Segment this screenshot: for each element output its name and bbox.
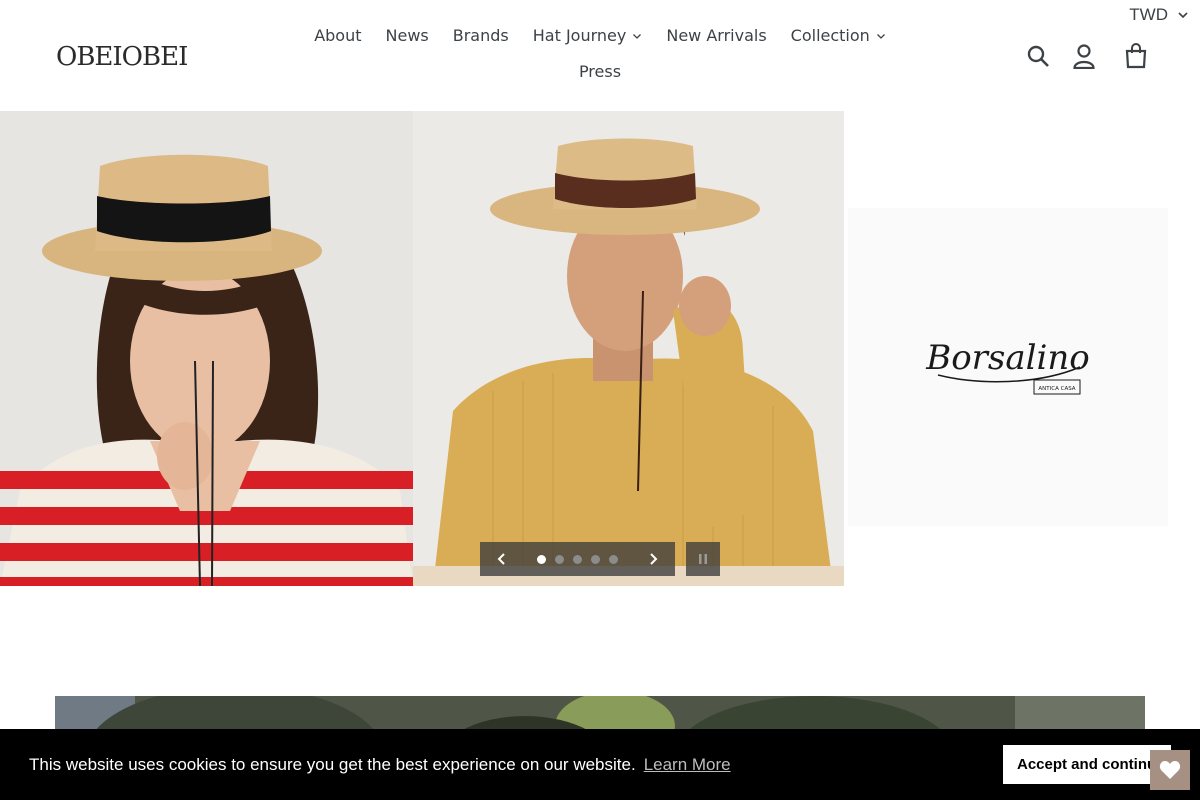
slideshow-dots [537, 554, 618, 564]
slideshow-prev-button[interactable] [494, 551, 510, 567]
search-button[interactable] [1022, 40, 1054, 72]
search-icon [1027, 45, 1049, 67]
nav-about[interactable]: About [302, 24, 373, 48]
chevron-down-icon [876, 34, 885, 39]
nav-news[interactable]: News [374, 24, 441, 48]
chevron-left-icon [497, 553, 505, 565]
wishlist-button[interactable] [1150, 750, 1190, 790]
nav-brands[interactable]: Brands [441, 24, 521, 48]
account-button[interactable] [1068, 40, 1100, 72]
nav-label: News [385, 26, 429, 45]
slideshow-controls [480, 542, 675, 576]
heart-icon [1159, 761, 1181, 779]
slide-image-model-yellow-sweater [413, 111, 844, 586]
logo-wordmark: OBEIOBEI+ [56, 42, 209, 72]
nav-label: Press [578, 62, 622, 81]
svg-text:ANTICA CASA: ANTICA CASA [1038, 386, 1075, 392]
nav-collection[interactable]: Collection [779, 24, 898, 48]
slide-dot-5[interactable] [609, 554, 618, 564]
nav-label: Collection [790, 26, 870, 45]
slide-dot-4[interactable] [591, 554, 600, 564]
slideshow-next-button[interactable] [645, 551, 661, 567]
account-icon [1073, 44, 1095, 69]
slideshow-pause-button[interactable] [686, 542, 720, 576]
site-header: OBEIOBEI+ About News Brands Hat Journey … [0, 0, 1200, 110]
slide-dot-1[interactable] [537, 554, 546, 564]
chevron-right-icon [650, 553, 658, 565]
brand-card-borsalino[interactable]: Borsalino ANTICA CASA [848, 208, 1168, 526]
slide-dot-3[interactable] [573, 554, 582, 564]
site-logo[interactable]: OBEIOBEI+ [56, 37, 209, 73]
nav-label: About [314, 26, 362, 45]
cookie-banner: This website uses cookies to ensure you … [0, 729, 1200, 800]
nav-press[interactable]: Press [567, 60, 633, 84]
accept-cookies-button[interactable]: Accept and continue [1003, 745, 1171, 784]
nav-label: Hat Journey [532, 26, 627, 45]
hero-slideshow: Borsalino ANTICA CASA [0, 111, 1200, 586]
nav-label: New Arrivals [666, 26, 767, 45]
slide-image-model-striped-sweater [0, 111, 413, 586]
nav-hat-journey[interactable]: Hat Journey [521, 24, 655, 48]
logo-text: OBEIOBEI+ [56, 42, 190, 72]
learn-more-link[interactable]: Learn More [644, 755, 731, 775]
pause-icon [699, 554, 707, 564]
borsalino-logo: Borsalino ANTICA CASA [925, 338, 1090, 395]
main-navigation: About News Brands Hat Journey New Arriva… [300, 24, 900, 84]
cart-button[interactable] [1120, 40, 1152, 72]
slide-dot-2[interactable] [555, 554, 564, 564]
header-actions [1022, 40, 1152, 72]
chevron-down-icon [633, 34, 642, 39]
cookie-message: This website uses cookies to ensure you … [29, 754, 636, 774]
nav-new-arrivals[interactable]: New Arrivals [654, 24, 778, 48]
nav-label: Brands [452, 26, 509, 45]
cart-icon [1125, 43, 1147, 69]
